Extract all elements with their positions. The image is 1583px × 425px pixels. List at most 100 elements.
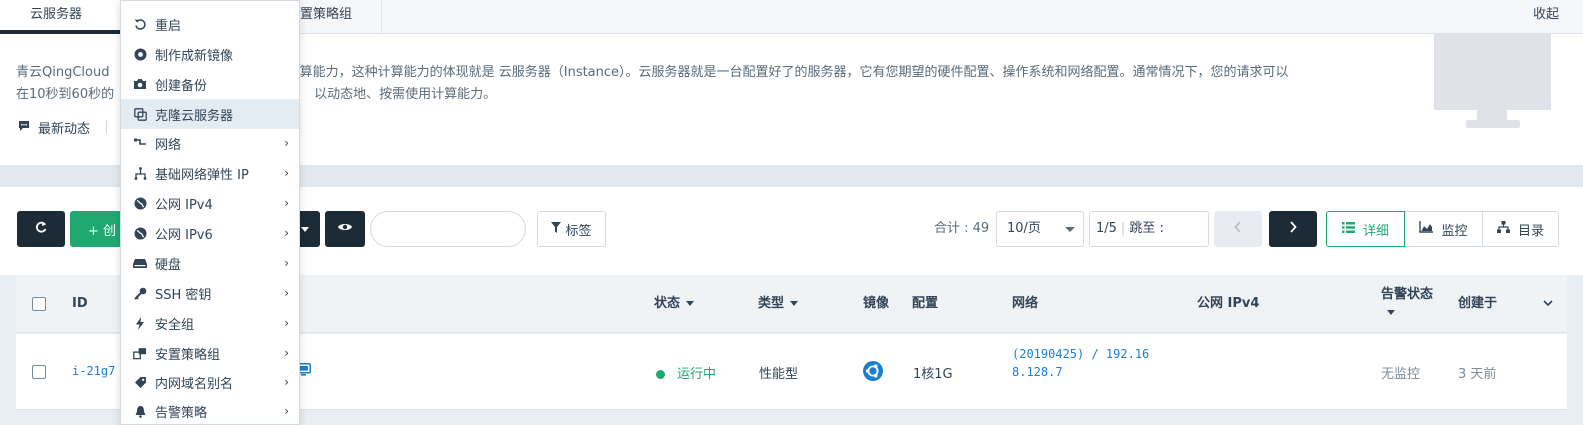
page-jump-input[interactable]: 1/5 | 跳至 : [1089, 211, 1209, 247]
col-header-created: 创建于 [1458, 296, 1498, 311]
view-detail-button[interactable]: 详细 [1326, 211, 1405, 247]
total-count: 合计 : 49 [934, 221, 990, 236]
menu-item-dns-alias[interactable]: 内网域名别名 › [121, 367, 299, 397]
refresh-icon [34, 220, 48, 238]
view-monitor-label: 监控 [1441, 223, 1468, 239]
menu-item-alarm-policy[interactable]: 告警策略 › [121, 396, 299, 425]
network-line-1: (20190425) / 192.16 [1012, 347, 1150, 361]
view-detail-label: 详细 [1362, 223, 1389, 239]
tag-filter-button[interactable]: 标签 [537, 211, 606, 247]
col-header-type[interactable]: 类型 [758, 275, 799, 333]
news-link[interactable]: 最新动态 [18, 118, 90, 137]
network-icon [133, 136, 147, 150]
area-chart-icon [1419, 221, 1434, 237]
record-icon [133, 47, 147, 61]
context-menu: 重启 制作成新镜像 创建备份 克隆云服务器 网络 › 基础网络弹性 IP › 公… [120, 0, 300, 425]
separator: | [1120, 221, 1126, 236]
menu-item-label: 硬盘 [155, 257, 182, 273]
alarm-cell: 无监控 [1381, 367, 1421, 382]
collapse-link[interactable]: 收起 [1533, 0, 1559, 30]
col-header-status[interactable]: 状态 [654, 275, 695, 333]
instance-id-link[interactable]: i-21g7 [72, 364, 115, 378]
column-settings-button[interactable] [1543, 275, 1553, 333]
menu-item-label: 基础网络弹性 IP [155, 167, 249, 183]
chevron-right-icon: › [284, 256, 289, 270]
menu-item-restart[interactable]: 重启 [121, 9, 299, 39]
eye-icon [337, 221, 353, 237]
sitemap-icon [1496, 221, 1510, 237]
config-cell: 1核1G [913, 367, 953, 382]
intro-line1-left: 青云QingCloud [16, 65, 114, 80]
menu-item-label: 公网 IPv6 [155, 227, 213, 243]
menu-item-label: 网络 [155, 137, 182, 153]
menu-item-label: 公网 IPv4 [155, 197, 213, 213]
list-icon [1341, 221, 1355, 237]
next-page-button[interactable] [1269, 211, 1317, 247]
created-cell: 3 天前 [1458, 367, 1497, 382]
menu-item-label: SSH 密钥 [155, 287, 212, 303]
view-monitor-button[interactable]: 监控 [1405, 211, 1483, 247]
menu-item-create-backup[interactable]: 创建备份 [121, 69, 299, 99]
chevron-right-icon: › [284, 166, 289, 180]
col-header-alarm[interactable]: 告警状态 [1381, 286, 1433, 322]
menu-item-create-image[interactable]: 制作成新镜像 [121, 39, 299, 69]
chevron-down-icon [1543, 296, 1553, 311]
row-checkbox[interactable] [32, 365, 46, 379]
col-header-status-label: 状态 [654, 296, 681, 311]
caret-down-icon [301, 226, 309, 232]
camera-icon [133, 77, 147, 91]
menu-item-public-ipv6[interactable]: 公网 IPv6 › [121, 218, 299, 248]
menu-item-security-group[interactable]: 安全组 › [121, 308, 299, 338]
type-cell: 性能型 [759, 367, 799, 382]
menu-item-label: 创建备份 [155, 78, 208, 94]
tag-icon [133, 375, 147, 389]
menu-item-disk[interactable]: 硬盘 › [121, 248, 299, 278]
status-cell: 运行中 [656, 363, 716, 382]
status-label: 运行中 [677, 367, 717, 382]
network-cell[interactable]: (20190425) / 192.16 8.128.7 [1012, 345, 1149, 381]
view-mode-group: 详细 监控 目录 [1326, 211, 1559, 247]
jump-label: 跳至 : [1129, 221, 1164, 236]
refresh-button[interactable] [17, 211, 65, 247]
chevron-left-icon [1234, 221, 1242, 237]
menu-item-label: 克隆云服务器 [155, 108, 234, 124]
view-tree-button[interactable]: 目录 [1483, 211, 1559, 247]
menu-item-placement-group[interactable]: 安置策略组 › [121, 338, 299, 368]
page-size-select[interactable]: 10/页 [996, 211, 1084, 247]
col-header-public-ipv4: 公网 IPv4 [1197, 296, 1260, 311]
menu-item-network[interactable]: 网络 › [121, 128, 299, 158]
disk-icon [133, 256, 147, 270]
caret-down-icon [790, 301, 799, 306]
view-toggle-button[interactable] [325, 211, 365, 247]
bolt-icon [133, 316, 147, 330]
menu-item-clone-instance[interactable]: 克隆云服务器 [121, 99, 299, 129]
menu-item-label: 告警策略 [155, 405, 208, 421]
menu-item-label: 重启 [155, 18, 182, 34]
select-all-checkbox[interactable] [32, 297, 46, 311]
menu-item-public-ipv4[interactable]: 公网 IPv4 › [121, 188, 299, 218]
network-line-2: 8.128.7 [1012, 365, 1063, 379]
menu-item-ssh-key[interactable]: SSH 密钥 › [121, 278, 299, 308]
chevron-right-icon: › [284, 136, 289, 150]
tag-filter-label: 标签 [565, 223, 592, 239]
col-header-config: 配置 [912, 296, 939, 311]
search-input[interactable] [370, 211, 526, 247]
col-header-type-label: 类型 [758, 296, 785, 311]
bell-icon [133, 404, 147, 418]
col-header-image: 镜像 [863, 296, 890, 311]
divider [106, 120, 107, 134]
col-header-id[interactable]: ID [72, 275, 88, 333]
ubuntu-icon [863, 361, 883, 385]
news-label: 最新动态 [38, 122, 91, 137]
chevron-right-icon: › [284, 404, 289, 418]
menu-item-eip[interactable]: 基础网络弹性 IP › [121, 158, 299, 188]
group-icon [133, 346, 147, 360]
tab-instances[interactable]: 云服务器 [0, 0, 120, 34]
chevron-right-icon: › [284, 346, 289, 360]
chevron-right-icon: › [284, 316, 289, 330]
monitor-illustration [1434, 34, 1551, 110]
tab-placement-groups[interactable]: 置策略组 [300, 0, 382, 34]
globe-icon [133, 226, 147, 240]
create-button[interactable]: + 创 [70, 211, 125, 247]
prev-page-button[interactable] [1214, 211, 1262, 247]
